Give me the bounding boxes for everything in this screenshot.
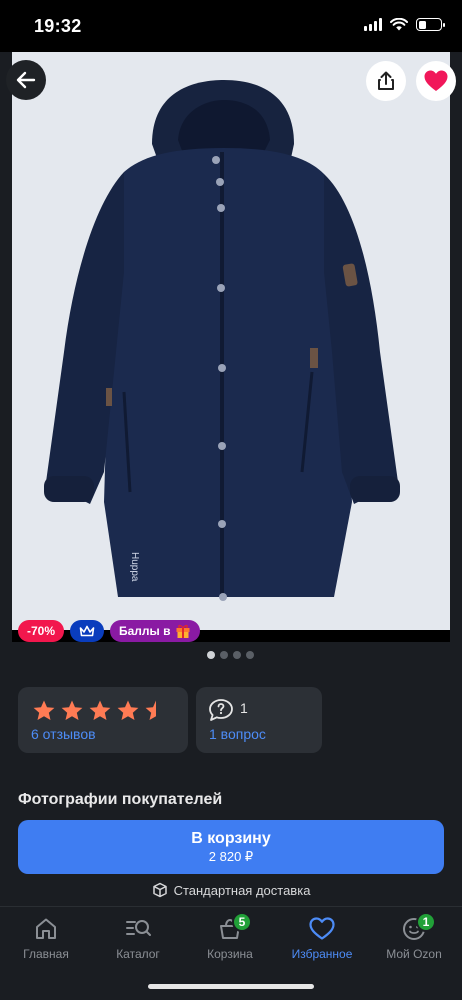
points-badge-label: Баллы в	[119, 624, 171, 638]
star-icon	[89, 700, 111, 720]
battery-level	[418, 20, 426, 29]
gallery-dot[interactable]	[246, 651, 254, 659]
tab-label: Главная	[23, 947, 69, 961]
star-icon	[145, 700, 156, 720]
delivery-label: Стандартная доставка	[173, 882, 311, 898]
tab-label: Избранное	[291, 947, 353, 961]
delivery-info[interactable]: Стандартная доставка	[0, 882, 462, 898]
favorite-button[interactable]	[416, 61, 456, 101]
rating-stars	[32, 699, 168, 723]
question-bubble-icon	[209, 699, 233, 721]
image-frame-left	[0, 52, 12, 642]
tab-label: Каталог	[116, 947, 160, 961]
discount-badge: -70%	[18, 620, 64, 642]
questions-card[interactable]: 1 1 вопрос	[196, 687, 322, 753]
add-to-cart-button[interactable]: В корзину 2 820 ₽	[18, 820, 444, 874]
star-icon	[33, 700, 55, 720]
brand-mark: Huppa	[129, 552, 140, 582]
heart-filled-icon	[424, 70, 448, 91]
crown-icon	[79, 625, 95, 637]
battery-icon	[416, 18, 445, 31]
product-image[interactable]: Huppa	[12, 52, 450, 630]
tab-catalog[interactable]: Каталог	[98, 915, 178, 961]
tab-home[interactable]: Главная	[6, 915, 86, 961]
package-icon	[152, 882, 167, 898]
tab-my-ozon[interactable]: 1 Мой Ozon	[374, 912, 454, 961]
gallery-dot[interactable]	[233, 651, 241, 659]
tab-label: Мой Ozon	[386, 947, 442, 961]
share-icon	[378, 71, 394, 90]
signal-icon	[364, 18, 382, 31]
status-bar: 19:32	[0, 0, 462, 52]
questions-count: 1	[240, 700, 248, 716]
status-icons	[364, 18, 445, 31]
premium-badge	[70, 620, 104, 642]
arrow-left-icon	[16, 71, 36, 89]
profile-badge: 1	[416, 912, 436, 932]
wifi-icon	[390, 18, 408, 31]
gallery-dot[interactable]	[220, 651, 228, 659]
star-icon	[117, 700, 139, 720]
gallery-pagination	[207, 651, 254, 659]
back-button[interactable]	[6, 60, 46, 100]
reviews-card[interactable]: 6 отзывов	[18, 687, 188, 753]
image-frame-right	[450, 52, 462, 642]
status-time: 19:32	[34, 16, 82, 36]
share-button[interactable]	[366, 61, 406, 101]
heart-icon	[309, 917, 335, 940]
badges-row: -70% Баллы в	[18, 620, 200, 642]
tab-favorites[interactable]: Избранное	[282, 915, 362, 961]
gallery-dot[interactable]	[207, 651, 215, 659]
customer-photos-title[interactable]: Фотографии покупателей	[18, 791, 222, 809]
home-icon	[36, 918, 56, 939]
home-indicator[interactable]	[148, 984, 314, 989]
tab-cart[interactable]: 5 Корзина	[190, 912, 270, 961]
add-to-cart-price: 2 820 ₽	[208, 849, 254, 864]
tab-label: Корзина	[207, 947, 253, 961]
cart-count-badge: 5	[232, 912, 252, 932]
jacket-illustration: Huppa	[44, 80, 400, 601]
questions-link[interactable]: 1 вопрос	[209, 726, 266, 742]
gift-icon	[176, 624, 190, 638]
star-icon	[61, 700, 83, 720]
points-badge: Баллы в	[110, 620, 200, 642]
catalog-search-icon	[126, 920, 151, 936]
add-to-cart-label: В корзину	[191, 830, 271, 847]
reviews-count-link[interactable]: 6 отзывов	[31, 726, 96, 742]
